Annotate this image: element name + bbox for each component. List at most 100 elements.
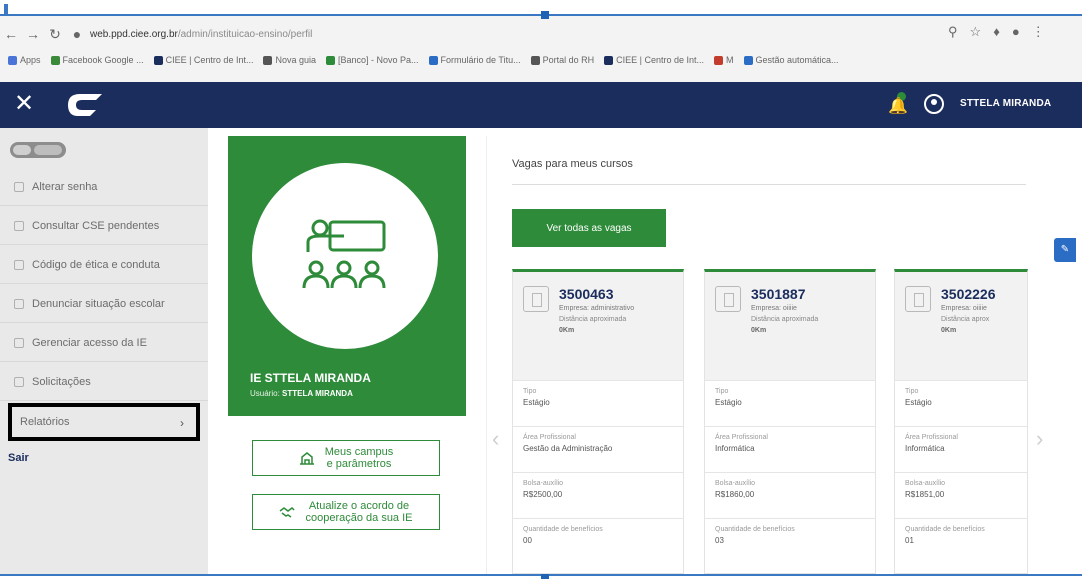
menu-item-icon <box>14 220 24 231</box>
menu-item-icon <box>14 337 24 348</box>
header-user-name[interactable]: STTELA MIRANDA <box>960 98 1051 109</box>
field-value: Informática <box>715 444 755 453</box>
back-arrow-icon[interactable]: ← <box>0 26 22 42</box>
bookmark-favicon-icon <box>604 55 614 65</box>
profile-user-value: STTELA MIRANDA <box>282 389 353 398</box>
update-agreement-label: Atualize o acordo de cooperação da sua IE <box>305 500 412 524</box>
profile-user-label: Usuário: <box>250 389 280 398</box>
job-card[interactable]: 3501887 Empresa: oiiiie Distância aproxi… <box>704 269 876 574</box>
bookmark-item[interactable]: Nova guia <box>263 55 316 65</box>
close-menu-icon[interactable]: ✕ <box>14 90 34 118</box>
sidebar-item-solicitacoes[interactable]: Solicitações <box>0 363 208 401</box>
selection-handle-top[interactable] <box>541 11 549 19</box>
job-distance-label: Distância aproximada <box>751 316 819 323</box>
sidebar-item-denunciar[interactable]: Denunciar situação escolar <box>0 285 208 323</box>
bookmark-item[interactable]: [Banco] - Novo Pa... <box>326 55 419 65</box>
field-label: Tipo <box>905 388 919 395</box>
job-grant-field: Bolsa-auxílio R$1851,00 <box>895 472 1027 518</box>
bookmark-favicon-icon <box>530 55 540 65</box>
star-icon[interactable]: ☆ <box>970 24 982 40</box>
bookmark-item[interactable]: CIEE | Centro de Int... <box>153 55 254 65</box>
field-label: Tipo <box>523 388 537 395</box>
job-type-field: Tipo Estágio <box>895 380 1027 426</box>
sidebar-item-label: Alterar senha <box>32 180 98 193</box>
update-agreement-button[interactable]: Atualize o acordo de cooperação da sua IE <box>252 494 440 530</box>
bookmark-item[interactable]: Portal do RH <box>530 55 594 65</box>
job-company: Empresa: oiiiie <box>751 305 797 312</box>
sidebar-item-label: Denunciar situação escolar <box>32 297 165 310</box>
job-area-field: Área Profissional Informática <box>705 426 875 472</box>
bookmark-label: CIEE | Centro de Int... <box>165 55 254 65</box>
job-distance: 0Km <box>751 327 767 334</box>
job-benefits-field: Quantidade de benefícios 03 <box>705 518 875 564</box>
sidebar-item-codigo-etica[interactable]: Código de ética e conduta <box>0 246 208 284</box>
carousel-prev-arrow-icon[interactable]: ‹ <box>492 426 499 452</box>
field-value: Estágio <box>905 398 932 407</box>
campus-parameters-button[interactable]: Meus campus e parâmetros <box>252 440 440 476</box>
job-company: Empresa: administrativo <box>559 305 635 312</box>
bookmark-label: Formulário de Titu... <box>440 55 521 65</box>
address-bar[interactable]: web.ppd.ciee.org.br/admin/instituicao-en… <box>90 26 930 44</box>
sidebar-item-relatorios[interactable]: Relatórios › <box>8 403 200 441</box>
ciee-logo[interactable] <box>66 92 104 118</box>
job-number: 3501887 <box>751 286 806 302</box>
profile-user: Usuário: STTELA MIRANDA <box>250 389 353 398</box>
campus-parameters-line2: e parâmetros <box>326 458 392 470</box>
sidebar-item-gerenciar-acesso[interactable]: Gerenciar acesso da IE <box>0 324 208 362</box>
user-icon[interactable] <box>924 94 944 114</box>
menu-dots-icon[interactable]: ⋮ <box>1032 24 1045 40</box>
bookmark-item[interactable]: Apps <box>8 55 41 65</box>
reload-icon[interactable]: ↻ <box>44 26 66 43</box>
job-area-field: Área Profissional Gestão da Administração <box>513 426 683 472</box>
bookmark-label: Gestão automática... <box>755 55 839 65</box>
building-icon <box>905 286 931 312</box>
carousel-next-arrow-icon[interactable]: › <box>1036 426 1043 452</box>
job-distance: 0Km <box>941 327 957 334</box>
sidebar-item-label: Relatórios <box>20 416 70 428</box>
update-agreement-line1: Atualize o acordo de <box>308 500 410 512</box>
menu-item-icon <box>14 181 24 192</box>
bookmark-favicon-icon <box>428 55 438 65</box>
teacher-class-icon <box>302 219 386 289</box>
bell-icon[interactable]: 🔔 <box>888 96 908 116</box>
selection-handle-left-top[interactable] <box>4 4 8 16</box>
sidebar-item-label: Solicitações <box>32 375 91 388</box>
bookmarks-bar: Apps Facebook Google ... CIEE | Centro de … <box>8 52 1078 68</box>
bookmark-item[interactable]: Gestão automática... <box>743 55 839 65</box>
bookmark-favicon-icon <box>8 55 17 65</box>
field-label: Quantidade de benefícios <box>715 526 795 533</box>
sidebar-item-consultar-cse[interactable]: Consultar CSE pendentes <box>0 207 208 245</box>
sidebar-item-alterar-senha[interactable]: Alterar senha <box>0 168 208 206</box>
field-value: 00 <box>523 536 532 545</box>
building-icon <box>715 286 741 312</box>
bookmark-item[interactable]: Facebook Google ... <box>50 55 144 65</box>
bookmark-item[interactable]: Formulário de Titu... <box>428 55 521 65</box>
sidebar-toggle[interactable] <box>10 142 66 158</box>
bookmark-item[interactable]: CIEE | Centro de Int... <box>604 55 704 65</box>
field-label: Área Profissional <box>523 434 576 441</box>
browser-toolbar-right: ⚲ ☆ ♦ ● ⋮ <box>948 24 1045 40</box>
job-card[interactable]: 3502226 Empresa: oiiiie Distância aprox … <box>894 269 1028 574</box>
field-label: Quantidade de benefícios <box>523 526 603 533</box>
job-card[interactable]: 3500463 Empresa: administrativo Distânci… <box>512 269 684 574</box>
app-header <box>0 82 1082 128</box>
bookmark-label: M <box>726 55 734 65</box>
forward-arrow-icon[interactable]: → <box>22 26 44 42</box>
bookmark-label: Nova guia <box>275 55 316 65</box>
url-path: /admin/instituicao-ensino/perfil <box>177 29 313 40</box>
lock-icon: ● <box>72 26 82 42</box>
chevron-right-icon: › <box>180 416 184 430</box>
profile-avatar-icon[interactable]: ● <box>1012 24 1020 40</box>
logout-link[interactable]: Sair <box>8 452 29 464</box>
extension-icon[interactable]: ♦ <box>993 24 1000 40</box>
campus-parameters-label: Meus campus e parâmetros <box>325 446 393 470</box>
field-label: Bolsa-auxílio <box>905 480 946 487</box>
job-number: 3500463 <box>559 286 614 302</box>
key-icon[interactable]: ⚲ <box>948 24 958 40</box>
bookmark-item[interactable]: M <box>714 55 734 65</box>
see-all-jobs-button[interactable]: Ver todas as vagas <box>512 209 666 247</box>
field-value: Gestão da Administração <box>523 444 613 453</box>
job-grant-field: Bolsa-auxílio R$1860,00 <box>705 472 875 518</box>
accessibility-float-button[interactable]: ✎ <box>1054 238 1076 262</box>
update-agreement-line2: cooperação da sua IE <box>305 512 413 524</box>
